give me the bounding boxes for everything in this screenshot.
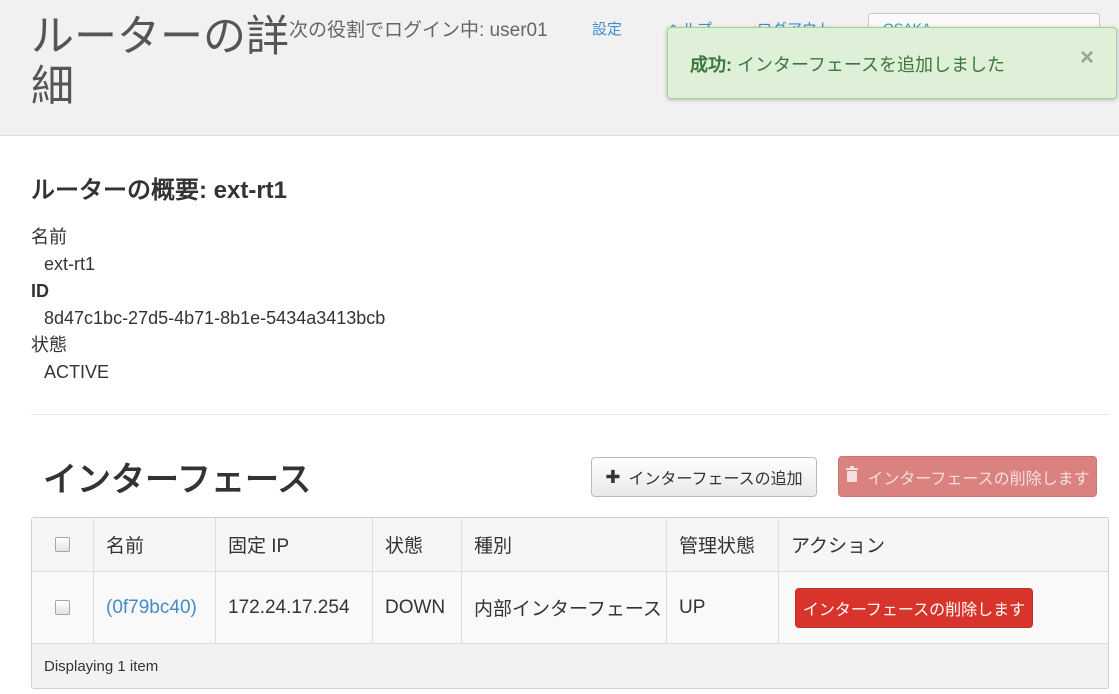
column-header-name[interactable]: 名前 <box>94 518 216 571</box>
column-header-fixed-ip[interactable]: 固定 IP <box>216 518 373 571</box>
row-checkbox[interactable] <box>55 600 70 615</box>
trash-icon <box>845 466 859 487</box>
table-row: (0f79bc40) 172.24.17.254 DOWN 内部インターフェース… <box>32 572 1108 644</box>
delete-interfaces-button[interactable]: インターフェースの削除します <box>838 456 1097 497</box>
alert-message: インターフェースを追加しました <box>732 55 1006 75</box>
table-header-row: 名前 固定 IP 状態 種別 管理状態 アクション <box>32 518 1108 572</box>
divider <box>31 414 1109 415</box>
cell-type: 内部インターフェース <box>462 572 667 643</box>
close-icon[interactable]: × <box>1080 46 1094 70</box>
column-header-type[interactable]: 種別 <box>462 518 667 571</box>
interface-name-link[interactable]: (0f79bc40) <box>106 597 197 619</box>
login-info: 次の役割でログイン中: user01 <box>289 20 548 41</box>
select-all-checkbox[interactable] <box>55 537 70 552</box>
add-interface-label: インターフェースの追加 <box>628 471 803 488</box>
field-value-status: ACTIVE <box>44 362 110 382</box>
alert-label: 成功: <box>690 55 732 75</box>
add-interface-button[interactable]: ✚ インターフェースの追加 <box>591 457 817 497</box>
column-header-status[interactable]: 状態 <box>373 518 462 571</box>
field-label-id: ID <box>31 281 49 301</box>
column-header-admin-state[interactable]: 管理状態 <box>667 518 779 571</box>
field-value-id: 8d47c1bc-27d5-4b71-8b1e-5434a3413bcb <box>44 308 386 328</box>
table-footer: Displaying 1 item <box>32 644 1108 688</box>
field-value-name: ext-rt1 <box>44 254 96 274</box>
plus-icon: ✚ <box>605 466 621 487</box>
delete-interfaces-label: インターフェースの削除します <box>867 470 1090 488</box>
overview-details: 名前 ext-rt1 ID 8d47c1bc-27d5-4b71-8b1e-54… <box>31 224 385 386</box>
settings-link[interactable]: 設定 <box>592 18 622 39</box>
interfaces-table: 名前 固定 IP 状態 種別 管理状態 アクション (0f79bc40) 172… <box>31 517 1109 689</box>
field-label-name: 名前 <box>31 227 67 247</box>
cell-status: DOWN <box>373 572 462 643</box>
interfaces-title: インターフェース <box>43 460 312 500</box>
overview-title: ルーターの概要: ext-rt1 <box>31 177 288 204</box>
column-header-actions: アクション <box>791 536 886 557</box>
delete-interface-button[interactable]: インターフェースの削除します <box>795 587 1033 628</box>
cell-fixed-ip: 172.24.17.254 <box>216 572 373 643</box>
success-alert: 成功: インターフェースを追加しました × <box>667 27 1117 99</box>
field-label-status: 状態 <box>31 335 67 355</box>
page-title: ルーターの詳細 <box>31 12 289 112</box>
cell-admin-state: UP <box>667 572 779 643</box>
